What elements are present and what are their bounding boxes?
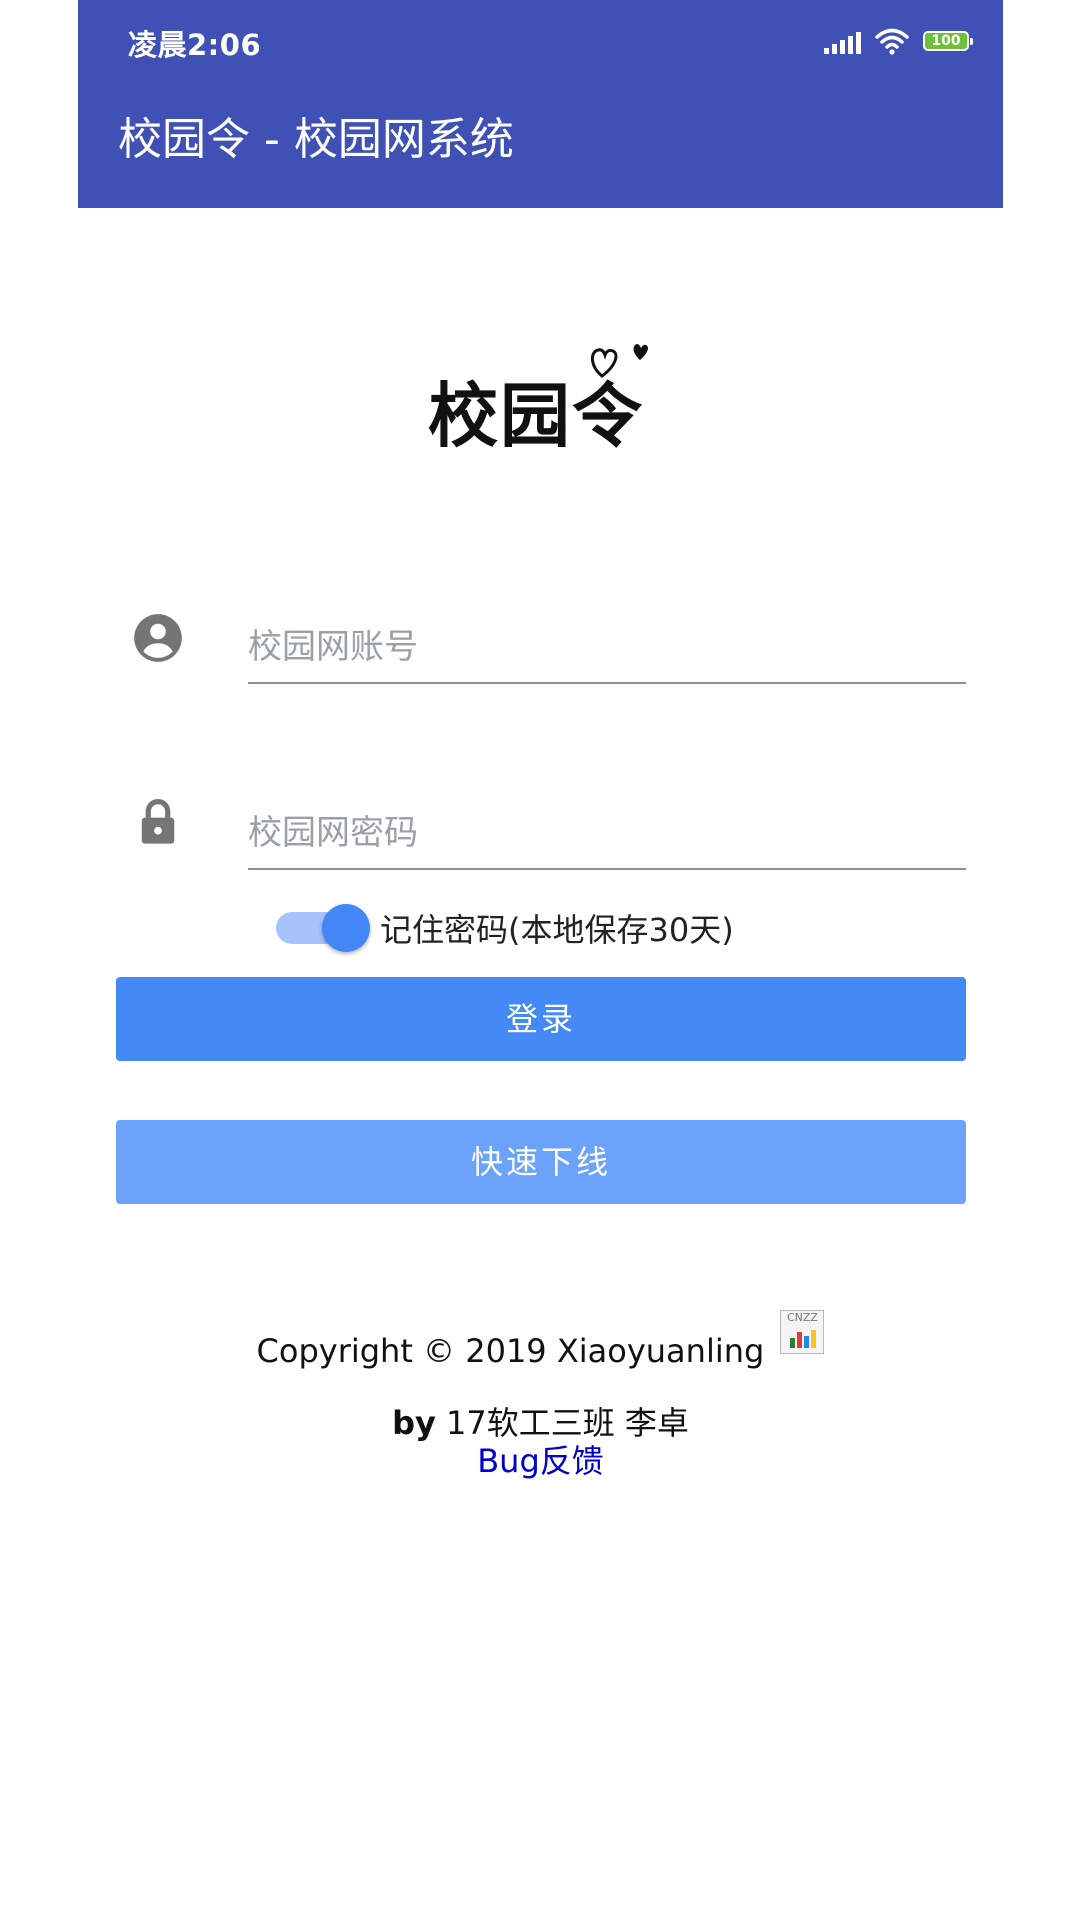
- signal-icon: [824, 28, 861, 54]
- account-input[interactable]: [248, 612, 966, 684]
- wifi-icon: [875, 28, 909, 55]
- battery-level: 100: [931, 33, 961, 49]
- heart-logo-icon: [591, 344, 648, 378]
- battery-icon: 100: [923, 31, 973, 51]
- account-circle-icon: [134, 614, 182, 662]
- copyright: Copyright © 2019 Xiaoyuanling CNZZ: [78, 1310, 1003, 1386]
- copyright-text: Copyright © 2019 Xiaoyuanling: [256, 1332, 765, 1370]
- remember-password: 记住密码(本地保存30天): [276, 900, 734, 956]
- quick-logout-button[interactable]: 快速下线: [116, 1120, 966, 1204]
- app-bar: 凌晨2:06 100 校园令 - 校园网系统: [78, 0, 1003, 208]
- password-row: [78, 778, 1003, 878]
- status-time: 凌晨2:06: [128, 28, 262, 62]
- app-logo: 校园令: [428, 330, 663, 457]
- stats-icon[interactable]: CNZZ: [780, 1310, 825, 1354]
- login-button[interactable]: 登录: [116, 977, 966, 1061]
- bug-report-link[interactable]: Bug反馈: [78, 1440, 1003, 1482]
- status-icons: 100: [824, 26, 973, 56]
- author-line: by 17软工三班 李卓: [78, 1402, 1003, 1444]
- app-screen: 凌晨2:06 100 校园令 - 校园网系统 校园令 校园网账号 记住密码(本地…: [78, 0, 1003, 1920]
- switch-thumb: [322, 904, 370, 952]
- remember-switch[interactable]: [276, 900, 372, 956]
- remember-label: 记住密码(本地保存30天): [380, 911, 734, 949]
- stats-icon-label: CNZZ: [786, 1311, 818, 1324]
- lock-icon: [141, 799, 175, 844]
- author-name: 17软工三班 李卓: [446, 1404, 689, 1442]
- account-row: [78, 592, 1003, 692]
- password-input[interactable]: [248, 798, 966, 870]
- author-prefix: by: [392, 1404, 436, 1442]
- app-title: 校园令 - 校园网系统: [118, 114, 514, 165]
